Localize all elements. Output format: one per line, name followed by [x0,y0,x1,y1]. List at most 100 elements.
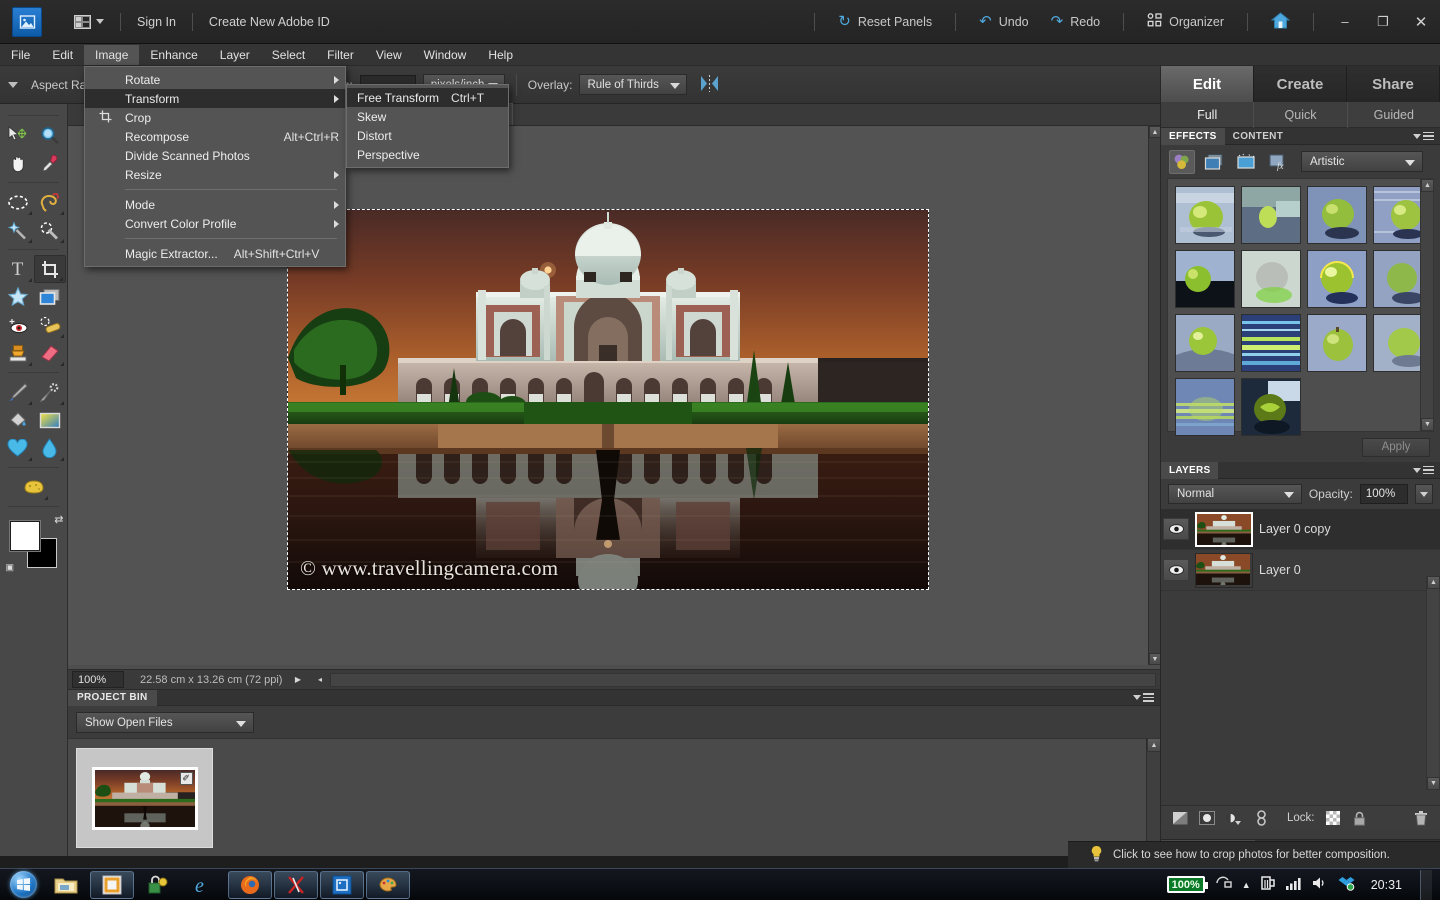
menu-view[interactable]: View [365,45,413,65]
tab-effects[interactable]: EFFECTS [1161,128,1225,145]
tool-preset-caret-icon[interactable] [8,82,18,88]
menu-file[interactable]: File [0,45,41,65]
menu-item-transform[interactable]: Transform [85,89,345,108]
layer-row[interactable]: Layer 0 copy [1161,509,1440,550]
layers-scrollbar[interactable]: ▲ ▼ [1426,576,1439,790]
menu-item-crop[interactable]: Crop [85,108,345,127]
effect-thumbnail[interactable] [1241,250,1301,308]
swap-colors-icon[interactable]: ⇄ [54,513,63,526]
project-bin-menu-button[interactable] [1133,693,1154,702]
lock-transparency-icon[interactable] [1324,810,1342,826]
canvas-vertical-scrollbar[interactable]: ▲ ▼ [1148,126,1160,665]
gradient-tool[interactable] [34,406,66,434]
project-bin-filter-select[interactable]: Show Open Files [76,712,254,733]
layer-visibility-toggle[interactable] [1163,559,1189,581]
effect-thumbnail[interactable] [1175,186,1235,244]
battery-indicator[interactable]: 100% [1167,876,1205,893]
layout-switcher-button[interactable] [70,13,108,31]
taskbar-security[interactable] [136,871,180,899]
adjustment-layer-icon[interactable] [1225,810,1243,826]
crop-tool[interactable] [34,255,66,283]
signal-bars-icon[interactable] [1286,876,1302,893]
taskbar-paint[interactable] [366,871,410,899]
menu-item-free-transform[interactable]: Free Transform Ctrl+T [347,88,508,107]
menu-item-resize[interactable]: Resize [85,165,345,184]
tab-guided[interactable]: Guided [1348,102,1440,128]
brush-tool[interactable] [2,378,34,406]
menu-item-divide-scanned-photos[interactable]: Divide Scanned Photos [85,146,345,165]
zoom-level-input[interactable]: 100% [72,671,124,688]
eyedropper-tool[interactable] [34,149,66,177]
menu-select[interactable]: Select [261,45,316,65]
reset-colors-icon[interactable]: ▣ [6,562,15,573]
menu-item-distort[interactable]: Distort [347,126,508,145]
magic-wand-tool[interactable] [2,216,34,244]
tab-quick[interactable]: Quick [1254,102,1347,128]
move-tool[interactable] [2,121,34,149]
scroll-up-icon[interactable]: ▲ [1421,179,1434,192]
scroll-down-icon[interactable]: ▼ [1427,777,1440,790]
taskbar-office[interactable] [90,871,134,899]
transform-submenu-dropdown[interactable]: Free Transform Ctrl+T Skew Distort Persp… [346,84,509,168]
healing-brush-tool[interactable] [34,311,66,339]
menu-item-recompose[interactable]: Recompose Alt+Ctrl+R [85,127,345,146]
power-plug-icon[interactable] [1261,875,1276,894]
tab-layers[interactable]: LAYERS [1161,462,1218,479]
show-desktop-button[interactable] [1420,870,1432,900]
overlay-select[interactable]: Rule of Thirds [579,74,687,95]
clone-stamp-tool[interactable] [2,339,34,367]
new-layer-icon[interactable] [1171,810,1189,826]
crop-selection-frame[interactable]: © www.travellingcamera.com [288,210,928,589]
shape-tool[interactable] [2,434,34,462]
layer-visibility-toggle[interactable] [1163,518,1189,540]
opacity-input[interactable]: 100% [1360,484,1408,504]
blur-tool[interactable] [34,434,66,462]
menu-enhance[interactable]: Enhance [139,45,208,65]
minimize-button[interactable]: – [1326,0,1364,43]
effect-thumbnail[interactable] [1307,250,1367,308]
filters-icon[interactable] [1169,150,1195,174]
tab-edit[interactable]: Edit [1161,66,1254,102]
reset-panels-button[interactable]: ↻ Reset Panels [827,0,943,43]
effect-thumbnail[interactable] [1307,186,1367,244]
paint-bucket-tool[interactable] [2,406,34,434]
menu-layer[interactable]: Layer [209,45,261,65]
show-hidden-icons-button[interactable]: ▲ [1242,880,1251,890]
show-all-effects-icon[interactable]: fx [1265,150,1291,174]
redo-button[interactable]: ↷ Redo [1040,0,1111,43]
cookie-cutter-tool[interactable] [2,283,34,311]
sign-in-link[interactable]: Sign In [133,13,180,31]
hint-bar[interactable]: Click to see how to crop photos for bett… [1068,841,1440,868]
scroll-up-icon[interactable]: ▲ [1427,576,1440,589]
menu-image[interactable]: Image [84,45,139,65]
layer-styles-icon[interactable] [1201,150,1227,174]
start-button[interactable] [3,870,43,900]
taskbar-file-explorer[interactable] [44,871,88,899]
lock-all-icon[interactable] [1351,810,1369,826]
tab-create[interactable]: Create [1254,66,1347,102]
close-button[interactable]: ✕ [1402,0,1440,43]
scroll-up-icon[interactable]: ▲ [1147,738,1161,752]
network-icon[interactable] [1215,876,1232,893]
hand-tool[interactable] [2,149,34,177]
volume-icon[interactable] [1312,876,1328,893]
type-tool[interactable]: T [2,255,34,283]
restore-button[interactable]: ❐ [1364,0,1402,43]
taskbar-firefox[interactable] [228,871,272,899]
menu-filter[interactable]: Filter [316,45,365,65]
menu-item-rotate[interactable]: Rotate [85,70,345,89]
opacity-dropdown-button[interactable] [1415,484,1433,504]
status-scroll-track[interactable] [330,673,1156,687]
menu-item-magic-extractor[interactable]: Magic Extractor... Alt+Shift+Ctrl+V [85,244,345,263]
menu-window[interactable]: Window [413,45,478,65]
menu-edit[interactable]: Edit [41,45,84,65]
effect-thumbnail[interactable] [1241,186,1301,244]
quick-selection-tool[interactable] [34,216,66,244]
straighten-tool[interactable] [34,283,66,311]
undo-button[interactable]: ↶ Undo [968,0,1039,43]
menu-item-mode[interactable]: Mode [85,195,345,214]
play-icon[interactable]: ▶ [291,673,304,687]
elliptical-marquee-tool[interactable] [2,188,34,216]
effect-thumbnail[interactable] [1175,250,1235,308]
effect-thumbnail[interactable] [1307,314,1367,372]
